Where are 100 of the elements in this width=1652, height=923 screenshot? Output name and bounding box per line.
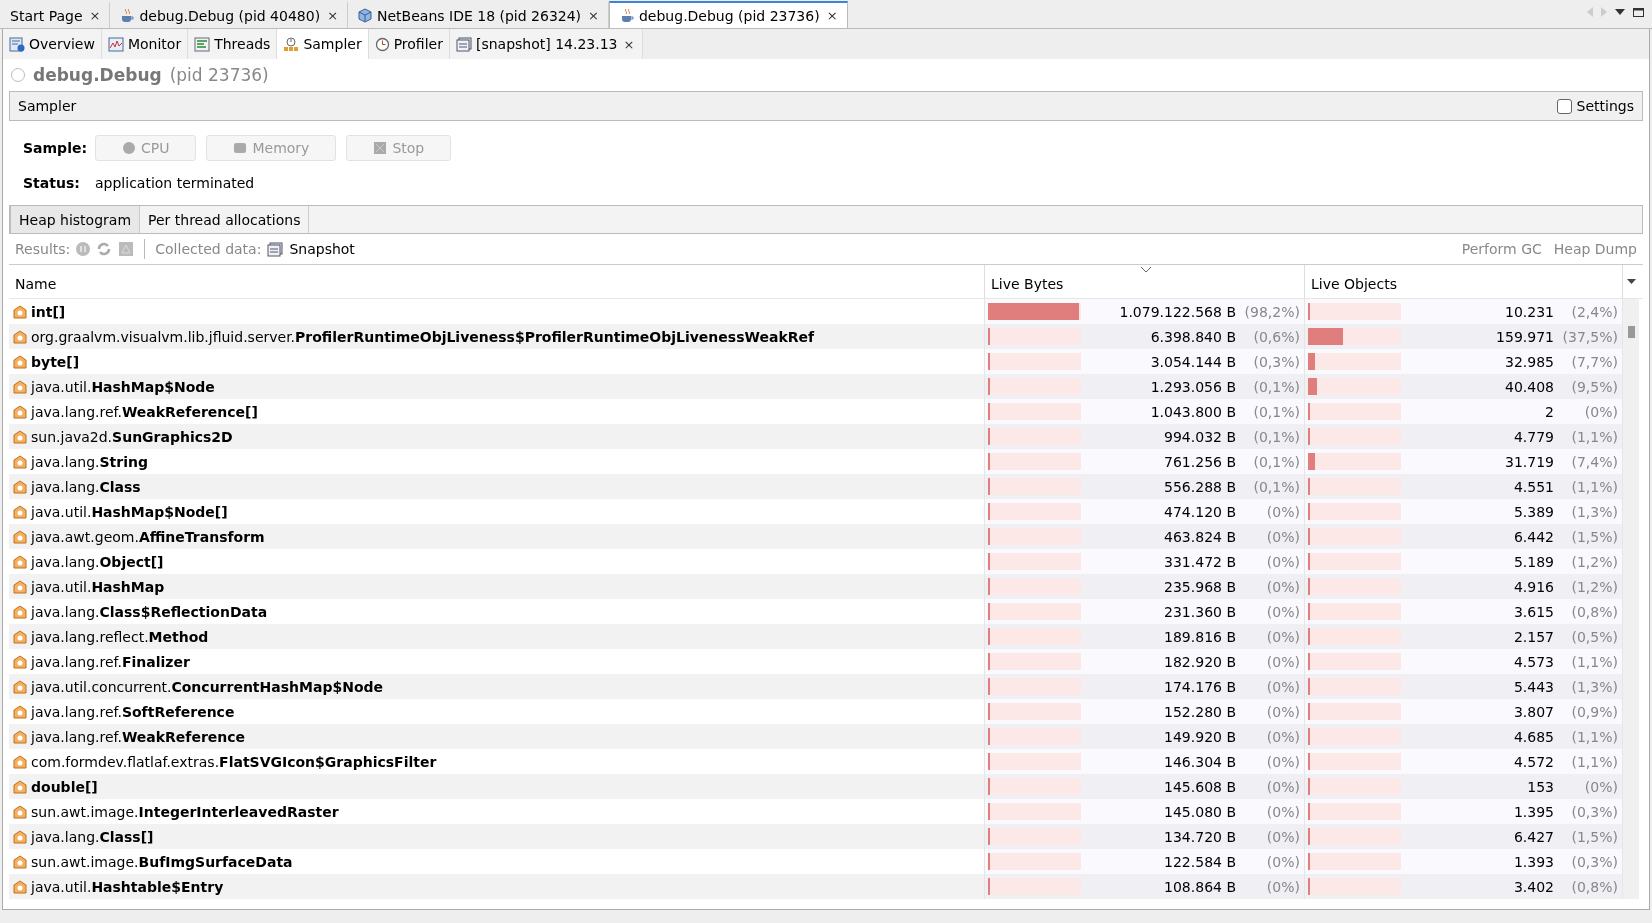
percent-cell-text: (7,4%) bbox=[1570, 453, 1619, 470]
percent-cell-text: (0,3%) bbox=[1252, 353, 1301, 370]
app-name: debug.Debug bbox=[33, 65, 162, 85]
class-name: java.lang.ref.WeakReference[] bbox=[31, 403, 258, 420]
close-icon[interactable]: × bbox=[87, 8, 103, 23]
percent-cell-text: (1,2%) bbox=[1570, 578, 1619, 595]
class-icon bbox=[13, 479, 27, 494]
column-header[interactable]: Name bbox=[9, 265, 985, 298]
table-cell-text: 2.157 bbox=[1512, 628, 1555, 645]
table-cell-text: 134.720 B bbox=[1163, 828, 1237, 845]
percent-cell-text: (0%) bbox=[1265, 878, 1301, 895]
chart-window-icon bbox=[107, 36, 124, 52]
class-icon bbox=[13, 554, 27, 569]
percent-cell-text: (1,1%) bbox=[1570, 428, 1619, 445]
percent-cell-text: (2,4%) bbox=[1570, 303, 1619, 320]
sample-label: Sample: bbox=[23, 140, 85, 156]
class-name: java.lang.String bbox=[31, 453, 148, 470]
view-tab[interactable]: Overview bbox=[3, 29, 102, 59]
refresh-icon bbox=[96, 242, 113, 256]
table-cell-text: 1.043.800 B bbox=[1149, 403, 1237, 420]
class-name: java.lang.ref.WeakReference bbox=[31, 728, 246, 745]
class-name: java.lang.ref.Finalizer bbox=[31, 653, 190, 670]
percent-cell-text: (0,8%) bbox=[1570, 878, 1619, 895]
result-tab[interactable]: Per thread allocations bbox=[140, 206, 310, 233]
close-icon[interactable]: × bbox=[824, 8, 840, 23]
percent-cell-text: (0%) bbox=[1265, 728, 1301, 745]
view-tab[interactable]: Sampler bbox=[277, 29, 369, 59]
percent-cell-text: (0,3%) bbox=[1570, 853, 1619, 870]
table-cell-text: 3.615 bbox=[1512, 603, 1555, 620]
close-icon[interactable]: × bbox=[325, 8, 341, 23]
thread-lines-icon bbox=[194, 36, 211, 52]
table-cell-text: 182.920 B bbox=[1163, 653, 1237, 670]
scrollbar-thumb[interactable] bbox=[1627, 326, 1635, 338]
table-cell-text: 146.304 B bbox=[1163, 753, 1237, 770]
percent-cell-text: (0,3%) bbox=[1570, 803, 1619, 820]
document-tab[interactable]: debug.Debug (pid 23736) × bbox=[609, 1, 848, 28]
class-name: java.lang.reflect.Method bbox=[31, 628, 209, 645]
percent-cell-text: (1,5%) bbox=[1570, 528, 1619, 545]
table-cell-text: 6.442 bbox=[1512, 528, 1555, 545]
table-cell-text: 4.685 bbox=[1512, 728, 1555, 745]
snapshot-icon bbox=[267, 241, 284, 257]
action-link[interactable]: Heap Dump bbox=[1553, 241, 1637, 257]
circle-icon bbox=[122, 141, 136, 155]
scrollbar[interactable] bbox=[1623, 299, 1639, 899]
table-cell-text: 474.120 B bbox=[1163, 503, 1237, 520]
percent-cell-text: (0,1%) bbox=[1252, 403, 1301, 420]
percent-cell-text: (1,1%) bbox=[1570, 478, 1619, 495]
class-name: java.awt.geom.AffineTransform bbox=[31, 528, 265, 545]
view-tab[interactable]: Profiler bbox=[368, 29, 450, 59]
table-cell-text: 1.079.122.568 B bbox=[1118, 303, 1237, 320]
table-cell-text: 145.608 B bbox=[1163, 778, 1237, 795]
class-icon bbox=[13, 579, 27, 594]
result-tab[interactable]: Heap histogram bbox=[10, 206, 141, 233]
percent-cell-text: (7,7%) bbox=[1570, 353, 1619, 370]
warning-icon bbox=[118, 242, 135, 256]
table-cell-text: 122.584 B bbox=[1163, 853, 1237, 870]
table-cell-text: 556.288 B bbox=[1163, 478, 1237, 495]
dropdown-icon bbox=[1615, 9, 1625, 15]
table-cell-text: 108.864 B bbox=[1163, 878, 1237, 895]
class-icon bbox=[13, 679, 27, 694]
class-name: java.util.Hashtable$Entry bbox=[31, 878, 224, 895]
percent-cell-text: (0%) bbox=[1265, 603, 1301, 620]
percent-cell-text: (0,6%) bbox=[1252, 328, 1301, 345]
percent-cell-text: (9,5%) bbox=[1570, 378, 1619, 395]
app-pid: (pid 23736) bbox=[169, 65, 269, 85]
table-cell-text: 463.824 B bbox=[1163, 528, 1237, 545]
percent-cell-text: (1,2%) bbox=[1570, 553, 1619, 570]
view-tab[interactable]: Threads bbox=[188, 29, 278, 59]
view-tab[interactable]: [snapshot] 14.23.13 × bbox=[449, 29, 644, 59]
column-header[interactable]: Live Bytes bbox=[985, 265, 1305, 298]
clock-icon bbox=[374, 36, 390, 52]
percent-cell-text: (0,1%) bbox=[1252, 453, 1301, 470]
settings-checkbox[interactable]: Settings bbox=[1556, 98, 1634, 114]
table-cell-text: 31.719 bbox=[1504, 453, 1555, 470]
percent-cell-text: (1,1%) bbox=[1570, 753, 1619, 770]
percent-cell-text: (0%) bbox=[1265, 578, 1301, 595]
table-cell-text: 235.968 B bbox=[1163, 578, 1237, 595]
class-icon bbox=[13, 429, 27, 444]
left-arrow-icon bbox=[1587, 7, 1593, 17]
table-cell-text: 5.189 bbox=[1512, 553, 1555, 570]
coffee-cup-icon bbox=[620, 8, 634, 23]
percent-cell-text: (0%) bbox=[1265, 678, 1301, 695]
table-cell-text: 153 bbox=[1526, 778, 1555, 795]
percent-cell-text: (0%) bbox=[1265, 828, 1301, 845]
collected-data-value: Snapshot bbox=[289, 241, 355, 257]
class-name: com.formdev.flatlaf.extras.FlatSVGIcon$GraphicsFilter bbox=[31, 753, 437, 770]
close-icon[interactable]: × bbox=[621, 36, 637, 52]
class-icon bbox=[13, 454, 27, 469]
table-cell-text: 6.427 bbox=[1512, 828, 1555, 845]
close-icon[interactable]: × bbox=[586, 8, 601, 23]
class-icon bbox=[13, 529, 27, 544]
view-tab[interactable]: Monitor bbox=[101, 29, 189, 59]
class-icon bbox=[13, 854, 27, 869]
table-cell-text: 1.393 bbox=[1512, 853, 1555, 870]
action-link[interactable]: Perform GC bbox=[1461, 241, 1542, 257]
class-name: java.lang.Class bbox=[31, 478, 141, 495]
coffee-cup-icon bbox=[120, 8, 135, 23]
table-cell-text: 4.573 bbox=[1512, 653, 1555, 670]
column-header[interactable]: Live Objects bbox=[1305, 265, 1623, 298]
table-cell-text: 4.572 bbox=[1512, 753, 1555, 770]
